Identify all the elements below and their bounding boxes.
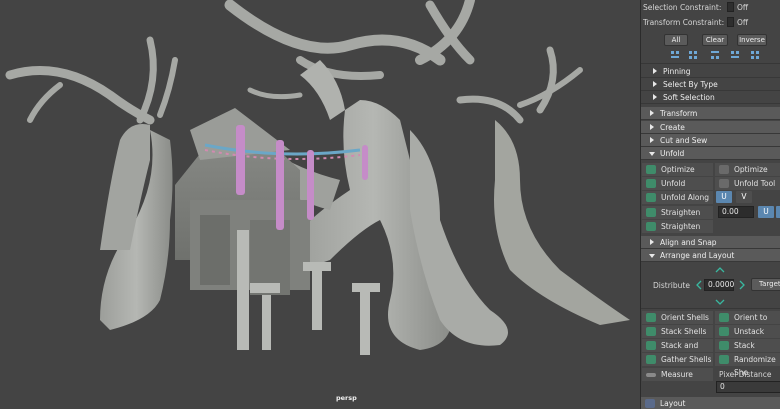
- section-arrange-and-layout[interactable]: Arrange and Layout: [641, 249, 780, 262]
- optimize-tool-icon: [719, 165, 729, 174]
- gather-shells-label: Gather Shells: [661, 355, 712, 364]
- unfold-along-icon: [646, 193, 656, 202]
- subsection-soft-selection[interactable]: Soft Selection: [641, 91, 780, 104]
- section-create[interactable]: Create: [641, 121, 780, 134]
- uv-toolkit-panel: Selection Constraint: Off Transform Cons…: [640, 0, 780, 409]
- randomize-shells-button[interactable]: Randomize She: [715, 353, 780, 377]
- arrow-up-icon: [715, 267, 725, 273]
- section-transform[interactable]: Transform: [641, 107, 780, 120]
- stack-and-orient-button[interactable]: Stack and Orient: [642, 339, 713, 363]
- section-label: Layout: [660, 399, 686, 408]
- orient-shells-label: Orient Shells: [661, 313, 709, 322]
- layout-icon: [645, 399, 655, 408]
- gather-shells-button[interactable]: Gather Shells: [642, 353, 713, 366]
- ruler-icon: [646, 373, 656, 377]
- expand-arrow-icon: [650, 239, 654, 245]
- unfold-icon: [646, 179, 656, 188]
- unfold-along-button[interactable]: Unfold Along: [642, 191, 713, 204]
- expand-arrow-icon: [650, 137, 654, 143]
- transform-constraint-dropdown[interactable]: [727, 17, 734, 27]
- subsection-label: Select By Type: [663, 80, 718, 89]
- transform-constraint-value[interactable]: Off: [737, 18, 748, 27]
- selection-constraint-label: Selection Constraint:: [643, 3, 722, 12]
- stack-and-orient-icon: [646, 341, 656, 350]
- pixel-distance-label: Pixel Distance: [719, 370, 772, 379]
- unstack-shells-button[interactable]: Unstack Shells: [715, 325, 780, 349]
- camera-label: persp: [336, 394, 357, 402]
- straighten-uvs-icon: [646, 208, 656, 217]
- unfold-tool-icon: [719, 179, 729, 188]
- subsection-label: Pinning: [663, 67, 691, 76]
- section-label: Arrange and Layout: [660, 251, 735, 260]
- section-layout[interactable]: Layout: [641, 397, 780, 409]
- orient-to-edges-icon: [719, 313, 729, 322]
- selection-icons-row[interactable]: [671, 50, 771, 60]
- straighten-shell-icon: [646, 222, 656, 231]
- gather-shells-icon: [646, 355, 656, 364]
- select-clear-button[interactable]: Clear: [702, 34, 728, 46]
- scene-render: [0, 0, 640, 409]
- subsection-pinning[interactable]: Pinning: [641, 65, 780, 78]
- arrow-left-icon[interactable]: [695, 280, 703, 290]
- expand-arrow-icon: [653, 94, 657, 100]
- unfold-label: Unfold: [661, 179, 686, 188]
- straighten-v-toggle[interactable]: [776, 206, 780, 218]
- select-inverse-button[interactable]: Inverse: [737, 34, 767, 46]
- unfold-along-label: Unfold Along: [661, 193, 710, 202]
- optimize-icon: [646, 165, 656, 174]
- expand-arrow-icon: [650, 110, 654, 116]
- straighten-uvs-button[interactable]: Straighten UVs: [642, 206, 713, 230]
- subsection-label: Soft Selection: [663, 93, 715, 102]
- select-all-button[interactable]: All: [664, 34, 688, 46]
- measure-button[interactable]: Measure: [642, 368, 713, 381]
- stack-shells-label: Stack Shells: [661, 327, 707, 336]
- collapse-arrow-icon: [649, 152, 655, 156]
- section-cut-and-sew[interactable]: Cut and Sew: [641, 134, 780, 147]
- distribute-target-button[interactable]: Target: [751, 278, 780, 291]
- straighten-shell-button[interactable]: Straighten Shell: [642, 220, 713, 244]
- optimize-label: Optimize: [661, 165, 695, 174]
- expand-arrow-icon: [650, 124, 654, 130]
- section-unfold[interactable]: Unfold: [641, 147, 780, 160]
- viewport-persp[interactable]: persp: [0, 0, 640, 409]
- section-label: Align and Snap: [660, 238, 717, 247]
- straighten-u-toggle[interactable]: U: [758, 206, 774, 218]
- section-label: Cut and Sew: [660, 136, 708, 145]
- stack-similar-button[interactable]: Stack Similar: [715, 339, 780, 363]
- unfold-along-v-toggle[interactable]: V: [736, 191, 752, 203]
- section-label: Create: [660, 123, 685, 132]
- selection-constraint-value[interactable]: Off: [737, 3, 748, 12]
- pixel-distance-field[interactable]: 0: [716, 381, 780, 393]
- orient-to-edges-button[interactable]: Orient to Edges: [715, 311, 780, 335]
- unstack-shells-icon: [719, 327, 729, 336]
- unfold-tool-button[interactable]: Unfold Tool: [715, 177, 780, 190]
- arrow-down-icon: [715, 299, 725, 305]
- expand-arrow-icon: [653, 81, 657, 87]
- selection-constraint-dropdown[interactable]: [727, 2, 734, 12]
- transform-constraint-label: Transform Constraint:: [643, 18, 725, 27]
- section-label: Unfold: [660, 149, 685, 158]
- unfold-along-u-toggle[interactable]: U: [716, 191, 732, 203]
- collapse-arrow-icon: [649, 254, 655, 258]
- unfold-tool-label: Unfold Tool: [734, 179, 776, 188]
- measure-label: Measure: [661, 370, 693, 379]
- subsection-select-by-type[interactable]: Select By Type: [641, 78, 780, 91]
- section-align-and-snap[interactable]: Align and Snap: [641, 236, 780, 249]
- orient-shells-icon: [646, 313, 656, 322]
- stack-shells-icon: [646, 327, 656, 336]
- stack-shells-button[interactable]: Stack Shells: [642, 325, 713, 338]
- randomize-shells-icon: [719, 355, 729, 364]
- distribute-label: Distribute: [653, 281, 690, 290]
- unfold-button[interactable]: Unfold: [642, 177, 713, 190]
- optimize-tool-button[interactable]: Optimize Tool: [715, 163, 780, 187]
- arrow-right-icon[interactable]: [738, 280, 746, 290]
- stack-similar-icon: [719, 341, 729, 350]
- expand-arrow-icon: [653, 68, 657, 74]
- orient-shells-button[interactable]: Orient Shells: [642, 311, 713, 324]
- optimize-button[interactable]: Optimize: [642, 163, 713, 176]
- straighten-angle-field[interactable]: 0.00: [718, 206, 754, 218]
- section-label: Transform: [660, 109, 698, 118]
- distribute-value-field[interactable]: 0.0000: [704, 279, 734, 291]
